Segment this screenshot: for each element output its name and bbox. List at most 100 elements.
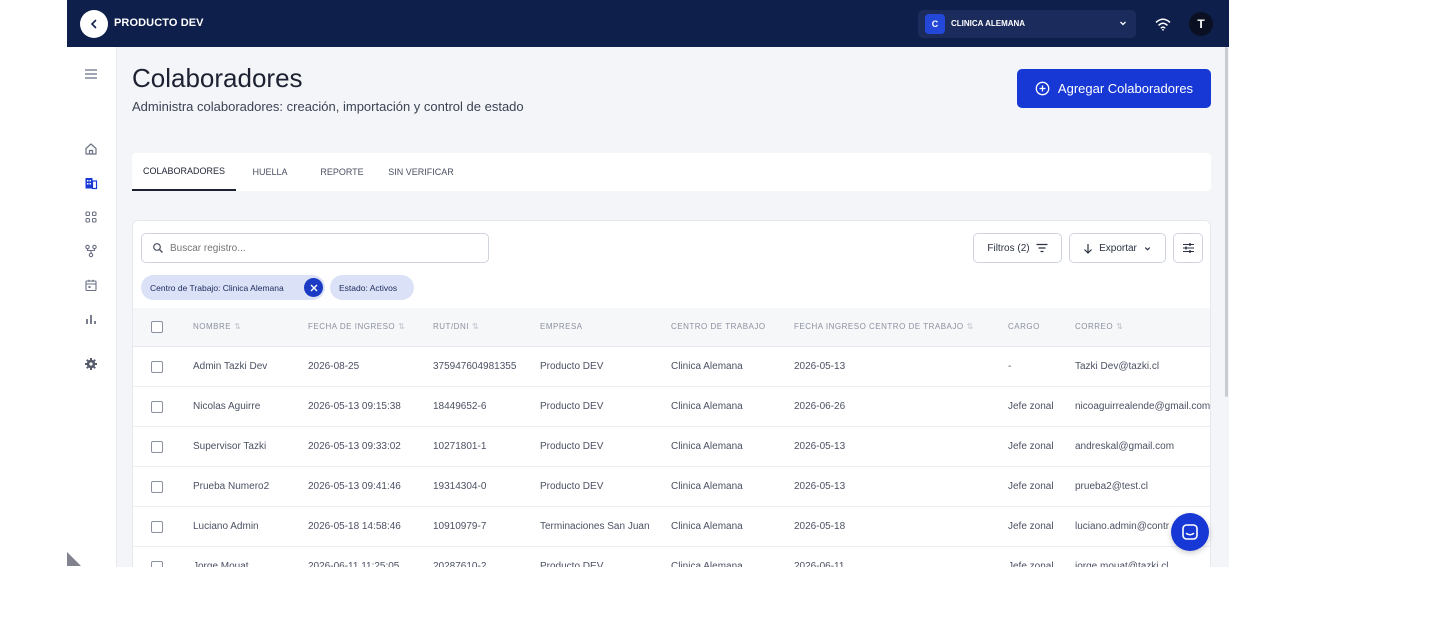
organization-select[interactable]: C CLINICA ALEMANA [918,10,1136,38]
filter-chip-label: Estado: Activos [339,282,398,293]
building-icon[interactable] [82,174,100,192]
app-title: PRODUCTO DEV [114,17,204,29]
tab-sin-verificar[interactable]: SIN VERIFICAR [386,153,456,191]
cell-nombre: Prueba Numero2 [193,481,270,492]
cell-fecha-centro: 2026-06-11 [794,561,845,567]
workflow-icon[interactable] [82,242,100,260]
table-row[interactable]: Luciano Admin 2026-05-18 14:58:46 10910979… [133,507,1210,547]
row-checkbox[interactable] [151,441,163,453]
column-header-cargo[interactable]: CARGO [1008,322,1040,331]
cell-empresa: Producto DEV [540,401,604,412]
sort-icon: ⇅ [966,322,974,331]
menu-icon[interactable] [82,65,100,83]
cell-fecha-ingreso: 2026-05-13 09:41:46 [308,481,401,492]
chevron-down-icon [1144,246,1151,251]
table-row[interactable]: Prueba Numero2 2026-05-13 09:41:46 1931430… [133,467,1210,507]
cell-cargo: Jefe zonal [1008,481,1054,492]
column-header-correo[interactable]: CORREO ⇅ [1075,322,1123,331]
cell-correo: nicoaguirrealende@gmail.com [1075,401,1211,412]
calendar-icon[interactable] [82,276,100,294]
wifi-icon [1155,18,1171,31]
remove-filter-button[interactable] [304,278,323,297]
cell-centro: Clinica Alemana [671,361,743,372]
row-checkbox[interactable] [151,521,163,533]
tab-colaboradores[interactable]: COLABORADORES [132,153,236,191]
cell-centro: Clinica Alemana [671,521,743,532]
home-icon[interactable] [82,140,100,158]
close-icon [310,284,317,291]
cell-fecha-ingreso: 2026-08-25 [308,361,360,372]
back-button[interactable] [80,10,108,38]
filter-chip-status[interactable]: Estado: Activos [330,275,414,300]
column-header-rut[interactable]: RUT/DNI ⇅ [433,322,479,331]
cell-correo: Tazki Dev@tazki.cl [1075,361,1160,372]
column-header-fecha-centro[interactable]: FECHA INGRESO CENTRO DE TRABAJO ⇅ [794,322,974,331]
export-label: Exportar [1099,242,1137,254]
export-button[interactable]: Exportar [1069,233,1166,263]
grid-icon[interactable] [82,208,100,226]
cell-cargo: Jefe zonal [1008,561,1054,567]
user-avatar[interactable]: T [1189,12,1213,36]
tab-huella[interactable]: HUELLA [246,153,294,191]
cell-nombre: Jorge Mouat [193,561,249,567]
sort-icon: ⇅ [234,322,242,331]
cell-empresa: Producto DEV [540,441,604,452]
top-bar: PRODUCTO DEV C CLINICA ALEMANA T [67,0,1229,47]
column-header-nombre[interactable]: NOMBRE ⇅ [193,322,241,331]
cell-fecha-centro: 2026-05-13 [794,481,846,492]
org-badge: C [925,14,945,34]
cell-fecha-ingreso: 2026-05-13 09:33:02 [308,441,401,452]
window-corner [67,552,81,566]
row-checkbox[interactable] [151,481,163,493]
scrollbar[interactable] [1225,47,1228,397]
row-checkbox[interactable] [151,561,163,567]
chevron-down-icon [1120,21,1126,26]
cell-fecha-ingreso: 2026-05-13 09:15:38 [308,401,401,412]
table-row[interactable]: Nicolas Aguirre 2026-05-13 09:15:38 184496… [133,387,1211,427]
gear-icon[interactable] [82,355,100,373]
row-checkbox[interactable] [151,401,163,413]
cell-nombre: Nicolas Aguirre [193,401,261,412]
cell-nombre: Admin Tazki Dev [193,361,268,372]
column-header-empresa[interactable]: EMPRESA [540,322,583,331]
tab-bar: COLABORADORES HUELLA REPORTE SIN VERIFIC… [132,153,1211,191]
connection-status-button[interactable] [1151,12,1175,36]
sort-icon: ⇅ [1116,322,1124,331]
row-checkbox[interactable] [151,361,163,373]
cell-correo: prueba2@test.cl [1075,481,1148,492]
filters-button[interactable]: Filtros (2) [973,233,1062,263]
page-title: Colaboradores [132,63,303,93]
column-header-fecha-ingreso[interactable]: FECHA DE INGRESO ⇅ [308,322,405,331]
collaborators-card: Filtros (2) Exportar Centro de Trabajo: … [132,220,1211,567]
cell-centro: Clinica Alemana [671,441,743,452]
cell-nombre: Luciano Admin [193,521,259,532]
add-collaborators-button[interactable]: Agregar Colaboradores [1017,69,1211,108]
cell-empresa: Producto DEV [540,561,604,567]
table-row[interactable]: Jorge Mouat 2026-06-11 11:25:05 20287610-2… [133,547,1210,567]
search-box[interactable] [141,233,489,263]
table-row[interactable]: Supervisor Tazki 2026-05-13 09:33:02 10271… [133,427,1210,467]
chat-icon [1182,524,1198,540]
cell-cargo: Jefe zonal [1008,401,1054,412]
cell-rut: 19314304-0 [433,481,487,492]
tab-reporte[interactable]: REPORTE [316,153,368,191]
select-all-checkbox[interactable] [151,321,163,333]
cell-rut: 18449652-6 [433,401,487,412]
column-settings-button[interactable] [1173,233,1203,263]
search-input[interactable] [170,240,470,256]
filter-lines-icon [1036,243,1048,253]
filters-label: Filtros (2) [987,242,1030,254]
cell-centro: Clinica Alemana [671,561,743,567]
plus-circle-icon [1035,81,1050,96]
column-header-centro[interactable]: CENTRO DE TRABAJO [671,322,766,331]
cell-rut: 10271801-1 [433,441,487,452]
cell-fecha-centro: 2026-06-26 [794,401,846,412]
sliders-icon [1182,243,1194,253]
cell-centro: Clinica Alemana [671,481,743,492]
cell-fecha-ingreso: 2026-06-11 11:25:05 [308,561,400,567]
table-row[interactable]: Admin Tazki Dev 2026-08-25 375947604981355… [133,347,1210,387]
bar-chart-icon[interactable] [82,310,100,328]
chat-support-button[interactable] [1171,513,1209,551]
cell-nombre: Supervisor Tazki [193,441,267,452]
cell-centro: Clinica Alemana [671,401,743,412]
